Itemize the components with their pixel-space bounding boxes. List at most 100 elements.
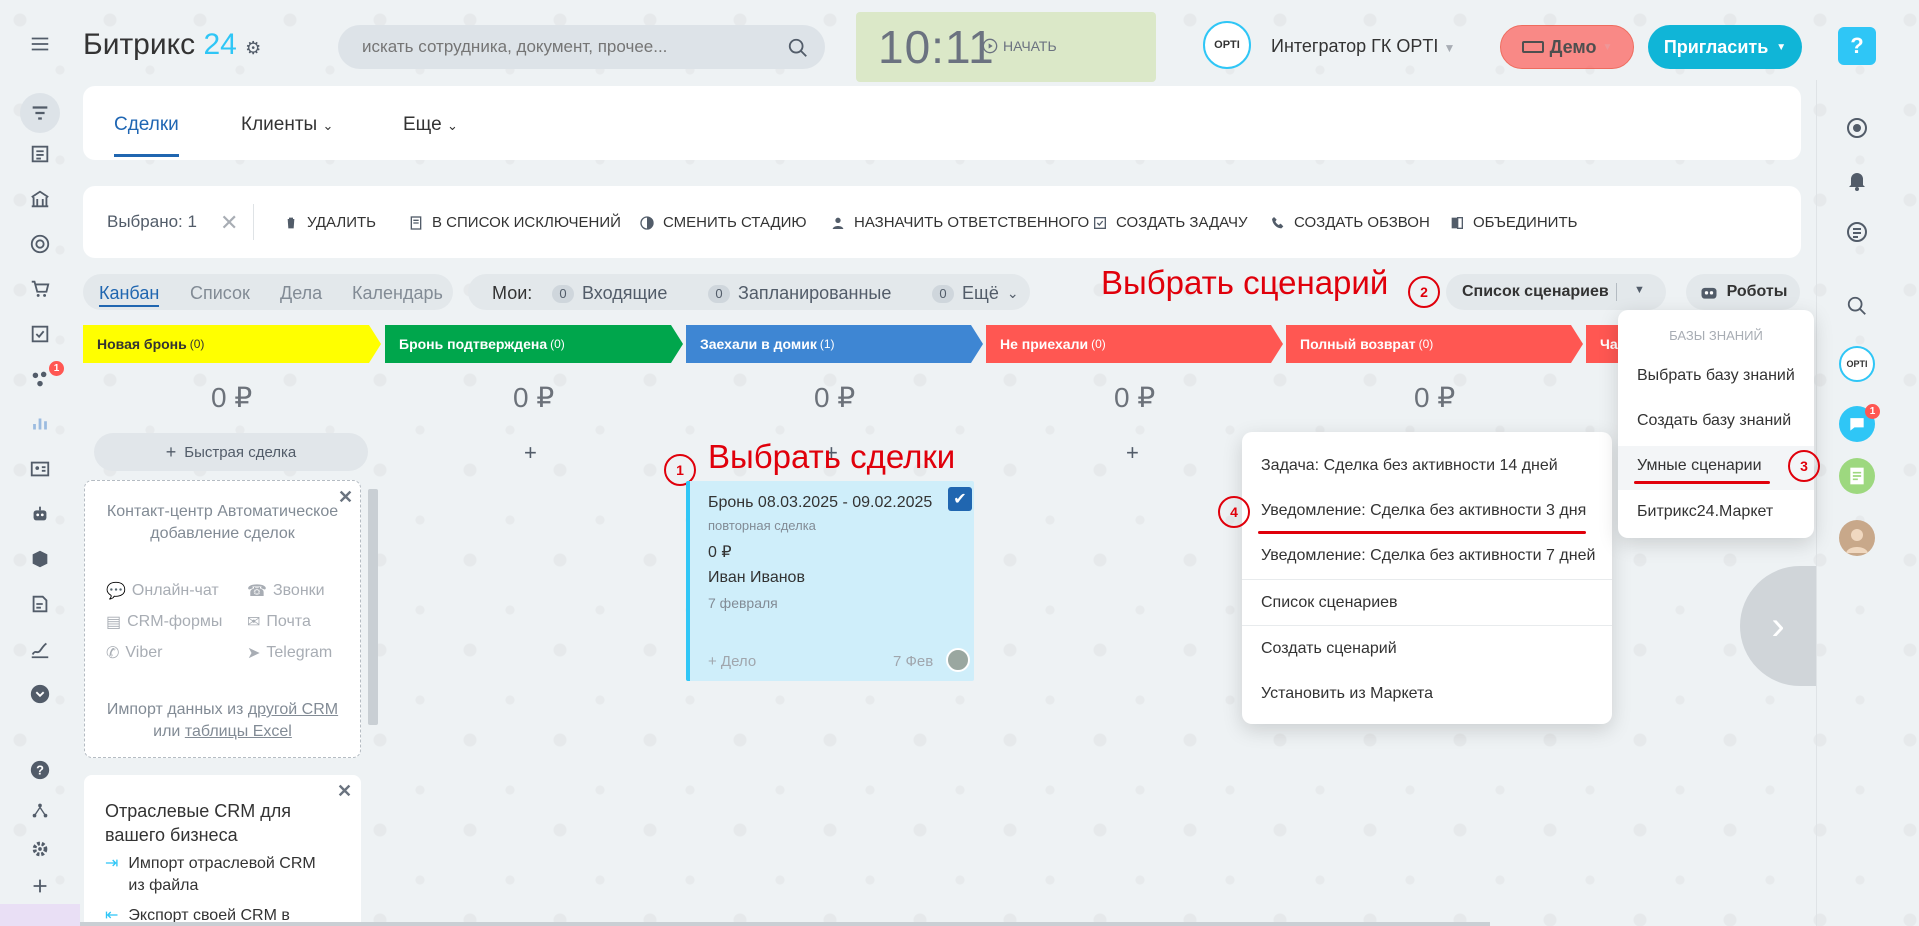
menu-item-smart-scenarios[interactable]: Умные сценарии bbox=[1637, 457, 1762, 475]
stage-header[interactable]: Заехали в домик (1) bbox=[686, 325, 983, 363]
menu-item-scenario[interactable]: Задача: Сделка без активности 14 дней bbox=[1261, 457, 1558, 475]
settings-sliders-icon[interactable]: ⚙ bbox=[245, 38, 261, 58]
worktime-widget[interactable]: 10:11 НАЧАТЬ bbox=[856, 12, 1156, 82]
menu-item-create-kb[interactable]: Создать базу знаний bbox=[1637, 412, 1791, 430]
live-icon[interactable] bbox=[1839, 110, 1875, 146]
industry-crm-card: ✕ Отраслевые CRM для вашего бизнеса ⇥ Имп… bbox=[84, 775, 361, 926]
channel-viber[interactable]: ✆ Viber bbox=[106, 643, 162, 663]
scenario-list-button[interactable]: Список сценариев ▼ bbox=[1446, 274, 1666, 310]
sign-icon[interactable] bbox=[24, 633, 56, 665]
help-button[interactable]: ? bbox=[1838, 27, 1876, 65]
industry-import-item[interactable]: ⇥ Импорт отраслевой CRM из файла bbox=[105, 853, 328, 897]
add-activity-button[interactable]: + Дело bbox=[708, 653, 756, 670]
demo-button[interactable]: Демо ▼ bbox=[1500, 25, 1634, 69]
menu-item-market[interactable]: Битрикс24.Маркет bbox=[1637, 503, 1773, 521]
tab-clients[interactable]: Клиенты ⌄ bbox=[241, 114, 333, 136]
contact-center-title: Контакт-центр Автоматическое добавление … bbox=[106, 503, 339, 542]
assign-button[interactable]: Назначить ответственного bbox=[830, 214, 1089, 231]
app-title[interactable]: Битрикс 24 ⚙ bbox=[83, 28, 261, 62]
robots-button[interactable]: Роботы bbox=[1686, 274, 1800, 310]
contact-card-icon[interactable] bbox=[24, 453, 56, 485]
box-icon[interactable] bbox=[24, 543, 56, 575]
import-crm-link[interactable]: другой CRM bbox=[248, 701, 338, 718]
robot-icon[interactable] bbox=[24, 498, 56, 530]
quick-deal-button[interactable]: + Быстрая сделка bbox=[94, 433, 368, 471]
bank-icon[interactable] bbox=[24, 183, 56, 215]
search-bar[interactable] bbox=[338, 25, 825, 69]
add-icon[interactable] bbox=[24, 870, 56, 902]
delete-button[interactable]: Удалить bbox=[283, 214, 376, 231]
channel-mail[interactable]: ✉ Почта bbox=[247, 612, 311, 632]
create-task-button[interactable]: Создать задачу bbox=[1092, 214, 1247, 231]
counter-incoming[interactable]: 0 Входящие bbox=[552, 283, 667, 304]
channel-telegram[interactable]: ➤ Telegram bbox=[247, 643, 332, 663]
scroll-right-button[interactable]: › bbox=[1740, 566, 1816, 686]
counter-more[interactable]: 0 Ещё ⌄ bbox=[932, 283, 1019, 304]
user-avatar[interactable] bbox=[1839, 520, 1875, 556]
channel-calls[interactable]: ☎ Звонки bbox=[247, 581, 325, 601]
create-call-button[interactable]: Создать обзвон bbox=[1270, 214, 1430, 231]
invite-button[interactable]: Пригласить ▼ bbox=[1648, 25, 1802, 69]
cart-icon[interactable] bbox=[24, 273, 56, 305]
search-input[interactable] bbox=[362, 37, 782, 57]
close-icon[interactable]: ✕ bbox=[337, 781, 352, 802]
trash-icon bbox=[286, 217, 296, 228]
menu-item-scenario[interactable]: Уведомление: Сделка без активности 3 дня bbox=[1261, 502, 1586, 520]
menu-item-create-scenario[interactable]: Создать сценарий bbox=[1261, 640, 1397, 658]
menu-item-scenario[interactable]: Уведомление: Сделка без активности 7 дне… bbox=[1261, 547, 1595, 565]
filter-icon[interactable] bbox=[20, 93, 60, 133]
channel-crm-forms[interactable]: ▤ CRM-формы bbox=[106, 612, 222, 632]
add-deal-plus-icon[interactable]: + bbox=[524, 440, 537, 466]
view-list[interactable]: Список bbox=[190, 283, 250, 304]
notes-icon[interactable] bbox=[1839, 458, 1875, 494]
deal-client[interactable]: Иван Иванов bbox=[708, 569, 805, 587]
stage-header[interactable]: Не приехали (0) bbox=[986, 325, 1283, 363]
view-activities[interactable]: Дела bbox=[280, 283, 322, 304]
tasks-icon[interactable] bbox=[24, 138, 56, 170]
stage-header[interactable]: Бронь подтверждена (0) bbox=[385, 325, 683, 363]
view-kanban[interactable]: Канбан bbox=[99, 283, 160, 307]
menu-item-choose-kb[interactable]: Выбрать базу знаний bbox=[1637, 367, 1795, 385]
stage-header[interactable]: Полный возврат (0) bbox=[1286, 325, 1583, 363]
deal-checkbox[interactable]: ✔ bbox=[948, 487, 972, 511]
menu-item-install-from-market[interactable]: Установить из Маркета bbox=[1261, 685, 1433, 703]
group-actions-panel: Выбрано: 1 ✕ Удалить В список исключений… bbox=[83, 186, 1801, 258]
search-icon[interactable] bbox=[787, 37, 809, 64]
merge-button[interactable]: Объединить bbox=[1449, 214, 1577, 231]
target-icon[interactable] bbox=[24, 228, 56, 260]
analytics-icon[interactable] bbox=[24, 408, 56, 440]
org-logo[interactable]: OPTI bbox=[1203, 21, 1251, 69]
import-excel-link[interactable]: таблицы Excel bbox=[185, 723, 292, 740]
search-icon[interactable] bbox=[1839, 288, 1875, 324]
org-avatar[interactable]: OPTI bbox=[1839, 346, 1875, 382]
start-day-button[interactable]: НАЧАТЬ bbox=[982, 38, 1057, 54]
add-deal-plus-icon[interactable]: + bbox=[1126, 440, 1139, 466]
more-chevron-icon[interactable] bbox=[24, 678, 56, 710]
checkbox-icon[interactable] bbox=[24, 318, 56, 350]
gear-icon[interactable] bbox=[24, 833, 56, 865]
channel-online-chat[interactable]: 💬 Онлайн-чат bbox=[106, 581, 219, 601]
deal-card[interactable]: Бронь 08.03.2025 - 09.02.2025 ✔ повторна… bbox=[686, 481, 974, 681]
menu-item-scenario-list[interactable]: Список сценариев bbox=[1261, 594, 1398, 612]
tab-deals[interactable]: Сделки bbox=[114, 114, 179, 157]
clear-selection-icon[interactable]: ✕ bbox=[220, 210, 238, 236]
responsible-avatar[interactable] bbox=[946, 648, 970, 672]
crm-top-nav: Сделки Клиенты ⌄ Еще ⌄ bbox=[83, 86, 1801, 160]
horizontal-scrollbar[interactable] bbox=[80, 922, 1490, 926]
sitemap-icon[interactable] bbox=[24, 795, 56, 827]
column-scrollbar[interactable] bbox=[368, 489, 378, 725]
tab-more[interactable]: Еще ⌄ bbox=[403, 114, 458, 136]
document-edit-icon[interactable] bbox=[24, 588, 56, 620]
help-icon[interactable]: ? bbox=[24, 754, 56, 786]
change-stage-button[interactable]: Сменить стадию bbox=[639, 214, 807, 231]
bell-icon[interactable] bbox=[1839, 162, 1875, 198]
deal-title[interactable]: Бронь 08.03.2025 - 09.02.2025 bbox=[708, 494, 932, 512]
timeline-icon[interactable] bbox=[1839, 214, 1875, 250]
stage-header[interactable]: Новая бронь (0) bbox=[83, 325, 381, 363]
org-name[interactable]: Интегратор ГК OPTI ▼ bbox=[1271, 36, 1455, 57]
counter-planned[interactable]: 0 Запланированные bbox=[708, 283, 891, 304]
menu-icon[interactable] bbox=[24, 28, 56, 60]
view-calendar[interactable]: Календарь bbox=[352, 283, 443, 304]
stage-sum: 0 ₽ bbox=[513, 382, 555, 413]
exclude-button[interactable]: В список исключений bbox=[408, 214, 621, 231]
